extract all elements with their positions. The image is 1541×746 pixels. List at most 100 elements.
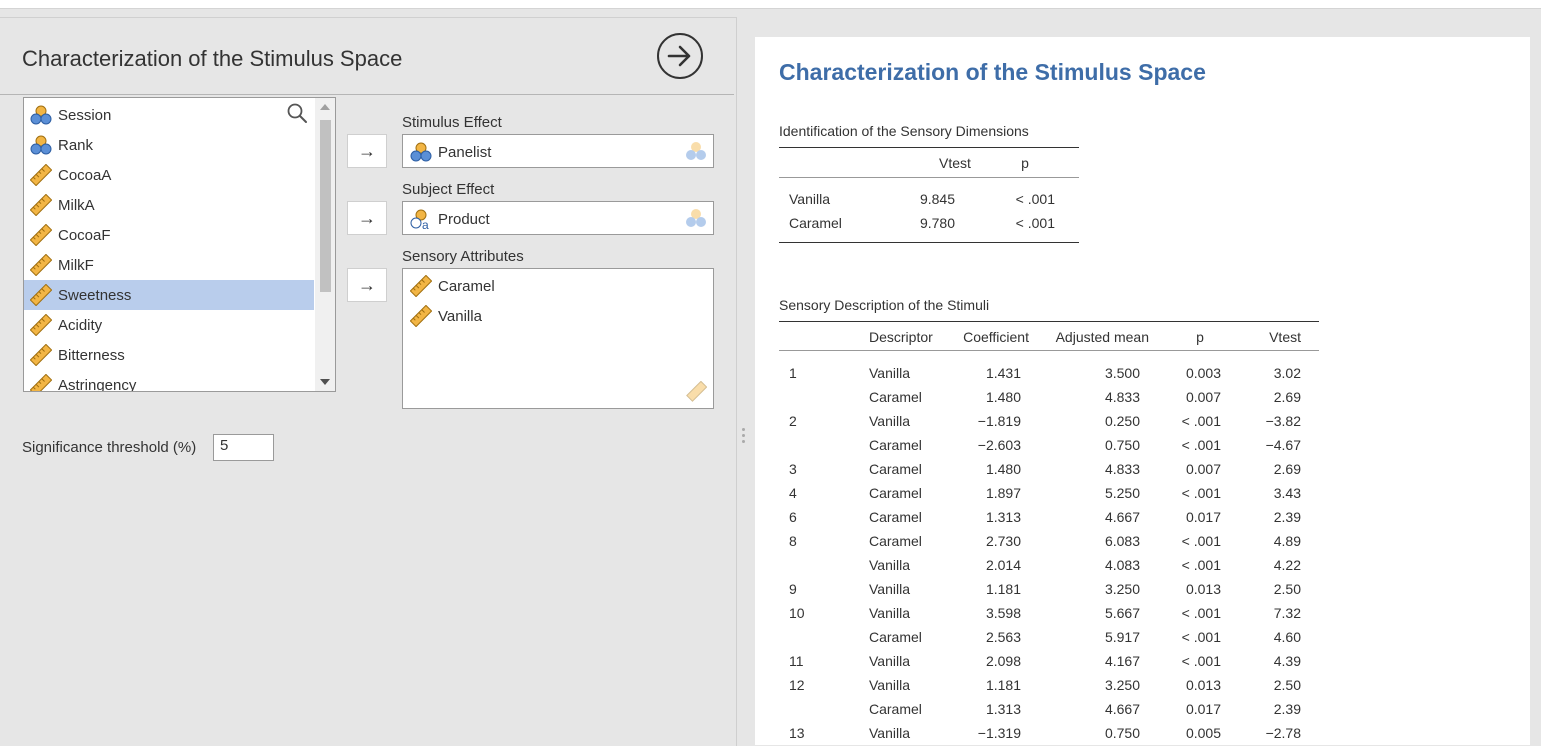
- window-top-bar: [0, 0, 1541, 9]
- variable-item-acidity[interactable]: Acidity: [24, 310, 314, 340]
- variable-label: Bitterness: [58, 346, 125, 364]
- table2-cell: 4.60: [1273, 629, 1301, 645]
- variable-item-milkf[interactable]: MilkF: [24, 250, 314, 280]
- table2-cell: 1.313: [985, 701, 1021, 717]
- stimulus-effect-item[interactable]: Panelist: [403, 137, 491, 167]
- variable-item-sweetness[interactable]: Sweetness: [24, 280, 314, 310]
- variable-item-session[interactable]: Session: [24, 100, 314, 130]
- scroll-down-icon[interactable]: [320, 379, 330, 385]
- table2-cell: −1.819: [977, 413, 1021, 429]
- table2-cell: 0.013: [1185, 581, 1221, 597]
- table2-cell: 4.667: [1104, 509, 1140, 525]
- ruler-icon: [30, 224, 52, 246]
- ruler-type-icon: [686, 381, 707, 402]
- nominal-icon: [410, 141, 432, 163]
- table2-cell: 1: [789, 365, 797, 381]
- table2-cell: 4.167: [1104, 653, 1140, 669]
- subject-effect-item[interactable]: a Product: [403, 204, 490, 234]
- move-to-stimulus-button[interactable]: →: [347, 134, 387, 168]
- attribute-label: Vanilla: [438, 307, 482, 325]
- table1-header-vtest: Vtest: [939, 155, 971, 171]
- table2-cell: −3.82: [1265, 413, 1301, 429]
- ruler-icon: [30, 254, 52, 276]
- variable-list[interactable]: Astringency Bitterness Acidity Sweetness Mil…: [23, 97, 336, 392]
- table2-cell: 0.017: [1185, 701, 1221, 717]
- move-to-attributes-button[interactable]: →: [347, 268, 387, 302]
- table2-cell: 1.431: [985, 365, 1021, 381]
- variable-item-milka[interactable]: MilkA: [24, 190, 314, 220]
- sensory-attributes-box[interactable]: Caramel Vanilla: [402, 268, 714, 409]
- stimulus-effect-box[interactable]: Panelist: [402, 134, 714, 168]
- table2-cell: < .001: [1181, 413, 1221, 429]
- table1-cell: Vanilla: [789, 191, 830, 207]
- table2-cell: 3: [789, 461, 797, 477]
- table2-cell: 2: [789, 413, 797, 429]
- table2-cell: 4.667: [1104, 701, 1140, 717]
- search-icon[interactable]: [286, 102, 308, 124]
- nominal-text-icon: a: [410, 208, 432, 230]
- table2-cell: 5.917: [1104, 629, 1140, 645]
- table2-cell: Vanilla: [869, 557, 910, 573]
- table2-cell: Caramel: [869, 389, 922, 405]
- table2-cell: 0.013: [1185, 677, 1221, 693]
- variable-item-rank[interactable]: Rank: [24, 130, 314, 160]
- table2-cell: 0.007: [1185, 461, 1221, 477]
- table2-cell: 10: [789, 605, 805, 621]
- attribute-item-vanilla[interactable]: Vanilla: [403, 301, 482, 331]
- table2-cell: 0.250: [1104, 413, 1140, 429]
- table2-cell: < .001: [1181, 605, 1221, 621]
- table1-cell: 9.780: [919, 215, 955, 231]
- ruler-icon: [30, 194, 52, 216]
- arrow-right-icon: →: [358, 274, 376, 295]
- table2-caption: Sensory Description of the Stimuli: [779, 297, 990, 313]
- ruler-icon: [30, 164, 52, 186]
- variable-list-scrollbar[interactable]: [315, 98, 335, 391]
- table1-cell: 9.845: [919, 191, 955, 207]
- run-arrow-button[interactable]: [657, 33, 703, 79]
- table2-cell: 6.083: [1104, 533, 1140, 549]
- nominal-type-icon: [686, 142, 706, 160]
- table2-cell: 0.017: [1185, 509, 1221, 525]
- variable-item-cocoaf[interactable]: CocoaF: [24, 220, 314, 250]
- variable-label: MilkF: [58, 256, 94, 274]
- arrow-right-icon: →: [358, 207, 376, 228]
- nominal-icon: [30, 104, 52, 126]
- table1-top-rule: [779, 147, 1079, 148]
- table2-cell: 4.39: [1273, 653, 1301, 669]
- significance-input[interactable]: 5: [213, 434, 274, 461]
- table2-cell: < .001: [1181, 485, 1221, 501]
- variable-item-astringency[interactable]: Astringency: [24, 370, 314, 391]
- results-panel: Characterization of the Stimulus Space I…: [752, 17, 1541, 745]
- variable-item-bitterness[interactable]: Bitterness: [24, 340, 314, 370]
- table2-top-rule: [779, 321, 1319, 322]
- subject-effect-label: Subject Effect: [402, 181, 495, 198]
- table2-cell: 2.563: [985, 629, 1021, 645]
- table2-cell: 9: [789, 581, 797, 597]
- table2-cell: Vanilla: [869, 605, 910, 621]
- table2-cell: −4.67: [1265, 437, 1301, 453]
- sensory-attributes-label: Sensory Attributes: [402, 248, 524, 265]
- table2-cell: Caramel: [869, 437, 922, 453]
- table2-cell: 2.50: [1273, 581, 1301, 597]
- subject-effect-box[interactable]: a Product: [402, 201, 714, 235]
- table2-cell: Caramel: [869, 485, 922, 501]
- table1-header-p: p: [1021, 155, 1029, 171]
- variable-label: Sweetness: [58, 286, 132, 304]
- move-to-subject-button[interactable]: →: [347, 201, 387, 235]
- scroll-up-icon[interactable]: [320, 104, 330, 110]
- panel-resize-handle[interactable]: [742, 428, 746, 446]
- stimulus-effect-label: Stimulus Effect: [402, 114, 502, 131]
- table2-cell: 3.598: [985, 605, 1021, 621]
- scroll-thumb[interactable]: [320, 120, 331, 292]
- attribute-item-caramel[interactable]: Caramel: [403, 271, 495, 301]
- table2-cell: 1.181: [985, 677, 1021, 693]
- variable-item-cocoaa[interactable]: CocoaA: [24, 160, 314, 190]
- table2-cell: 1.313: [985, 509, 1021, 525]
- table2-cell: −2.78: [1265, 725, 1301, 741]
- table2-cell: 0.007: [1185, 389, 1221, 405]
- table2-cell: −1.319: [977, 725, 1021, 741]
- arrow-right-circle-icon: [667, 45, 691, 67]
- table2-cell: 1.480: [985, 389, 1021, 405]
- table2-cell: 4.083: [1104, 557, 1140, 573]
- table2-cell: Vanilla: [869, 413, 910, 429]
